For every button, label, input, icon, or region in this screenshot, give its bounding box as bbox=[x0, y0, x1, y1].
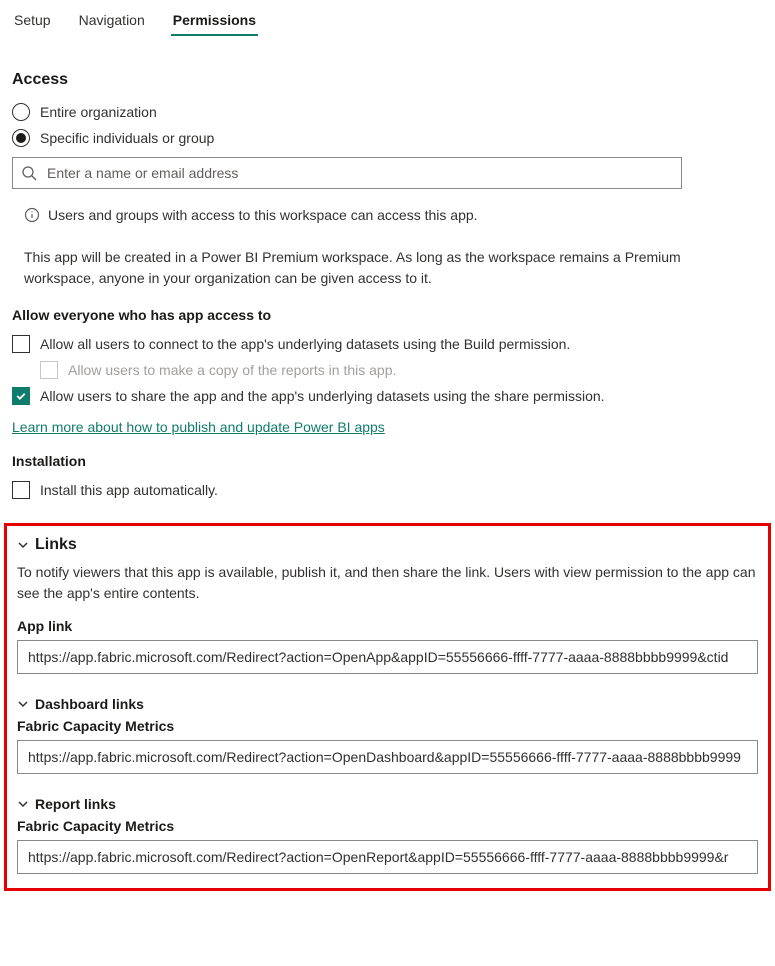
radio-label: Specific individuals or group bbox=[40, 130, 214, 146]
allow-heading: Allow everyone who has app access to bbox=[12, 307, 763, 323]
radio-icon-selected bbox=[12, 129, 30, 147]
report-item-label: Fabric Capacity Metrics bbox=[17, 818, 758, 834]
radio-icon-unselected bbox=[12, 103, 30, 121]
checkbox-label: Allow all users to connect to the app's … bbox=[40, 336, 570, 352]
premium-note: This app will be created in a Power BI P… bbox=[24, 247, 763, 289]
checkbox-label: Allow users to share the app and the app… bbox=[40, 388, 605, 404]
report-links-header[interactable]: Report links bbox=[17, 796, 758, 812]
chevron-down-icon bbox=[17, 698, 29, 710]
checkbox-icon-disabled bbox=[40, 361, 58, 379]
links-collapse-header[interactable]: Links bbox=[17, 536, 758, 554]
access-heading: Access bbox=[12, 71, 763, 89]
dashboard-item-label: Fabric Capacity Metrics bbox=[17, 718, 758, 734]
radio-entire-organization[interactable]: Entire organization bbox=[12, 99, 763, 125]
search-icon bbox=[21, 165, 37, 181]
dashboard-links-label: Dashboard links bbox=[35, 696, 144, 712]
radio-specific-individuals[interactable]: Specific individuals or group bbox=[12, 125, 763, 151]
learn-more-link[interactable]: Learn more about how to publish and upda… bbox=[12, 419, 385, 435]
info-icon bbox=[24, 207, 40, 223]
checkbox-label: Install this app automatically. bbox=[40, 482, 218, 498]
checkbox-icon bbox=[12, 335, 30, 353]
checkbox-icon bbox=[12, 481, 30, 499]
checkbox-allow-copy: Allow users to make a copy of the report… bbox=[40, 357, 763, 383]
tab-setup[interactable]: Setup bbox=[12, 6, 53, 36]
access-info-text: Users and groups with access to this wor… bbox=[48, 207, 478, 223]
report-links-label: Report links bbox=[35, 796, 116, 812]
tab-navigation[interactable]: Navigation bbox=[77, 6, 147, 36]
app-link-input[interactable] bbox=[17, 640, 758, 674]
links-section: Links To notify viewers that this app is… bbox=[4, 523, 771, 891]
tabs-bar: Setup Navigation Permissions bbox=[0, 0, 775, 37]
dashboard-links-header[interactable]: Dashboard links bbox=[17, 696, 758, 712]
checkbox-allow-connect[interactable]: Allow all users to connect to the app's … bbox=[12, 331, 763, 357]
dashboard-link-input[interactable] bbox=[17, 740, 758, 774]
checkbox-icon-checked bbox=[12, 387, 30, 405]
chevron-down-icon bbox=[17, 798, 29, 810]
access-info-row: Users and groups with access to this wor… bbox=[24, 207, 763, 223]
installation-heading: Installation bbox=[12, 453, 763, 469]
checkbox-label: Allow users to make a copy of the report… bbox=[68, 362, 396, 378]
chevron-down-icon bbox=[17, 539, 29, 551]
checkbox-allow-share[interactable]: Allow users to share the app and the app… bbox=[12, 383, 763, 409]
links-description: To notify viewers that this app is avail… bbox=[17, 562, 758, 604]
links-title: Links bbox=[35, 536, 77, 554]
checkbox-install-auto[interactable]: Install this app automatically. bbox=[12, 477, 763, 503]
report-link-input[interactable] bbox=[17, 840, 758, 874]
people-search-input[interactable] bbox=[45, 164, 673, 182]
radio-label: Entire organization bbox=[40, 104, 157, 120]
people-search-field[interactable] bbox=[12, 157, 682, 189]
tab-permissions[interactable]: Permissions bbox=[171, 6, 258, 36]
app-link-label: App link bbox=[17, 618, 758, 634]
